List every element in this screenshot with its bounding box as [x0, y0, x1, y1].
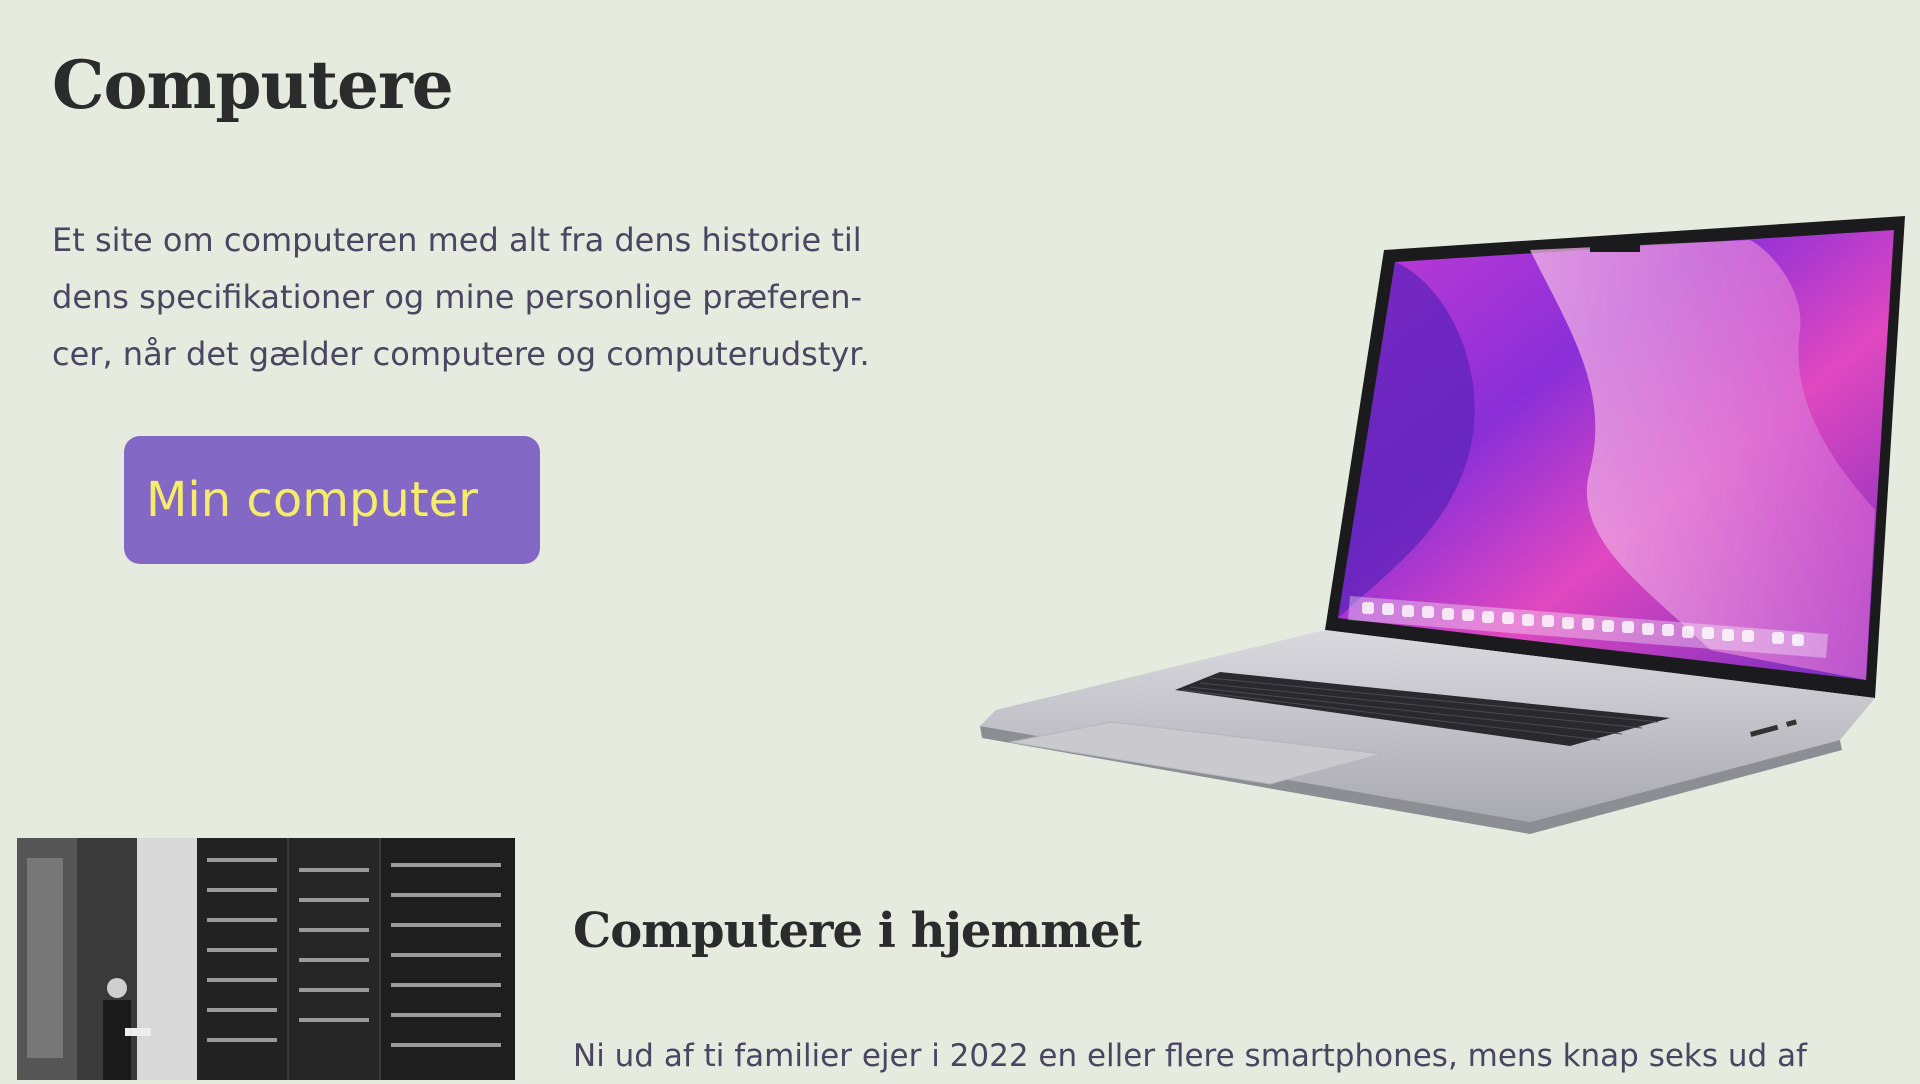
section-body-home: Ni ud af ti familier ejer i 2022 en elle…	[573, 1038, 1807, 1074]
page-title: Computere	[52, 46, 454, 124]
my-computer-button[interactable]: Min computer	[124, 436, 540, 564]
section-heading-home: Computere i hjemmet	[573, 903, 1142, 959]
laptop-image	[980, 216, 1905, 834]
intro-text: Et site om computeren med alt fra dens h…	[52, 221, 870, 373]
server-room-photo	[17, 838, 515, 1080]
